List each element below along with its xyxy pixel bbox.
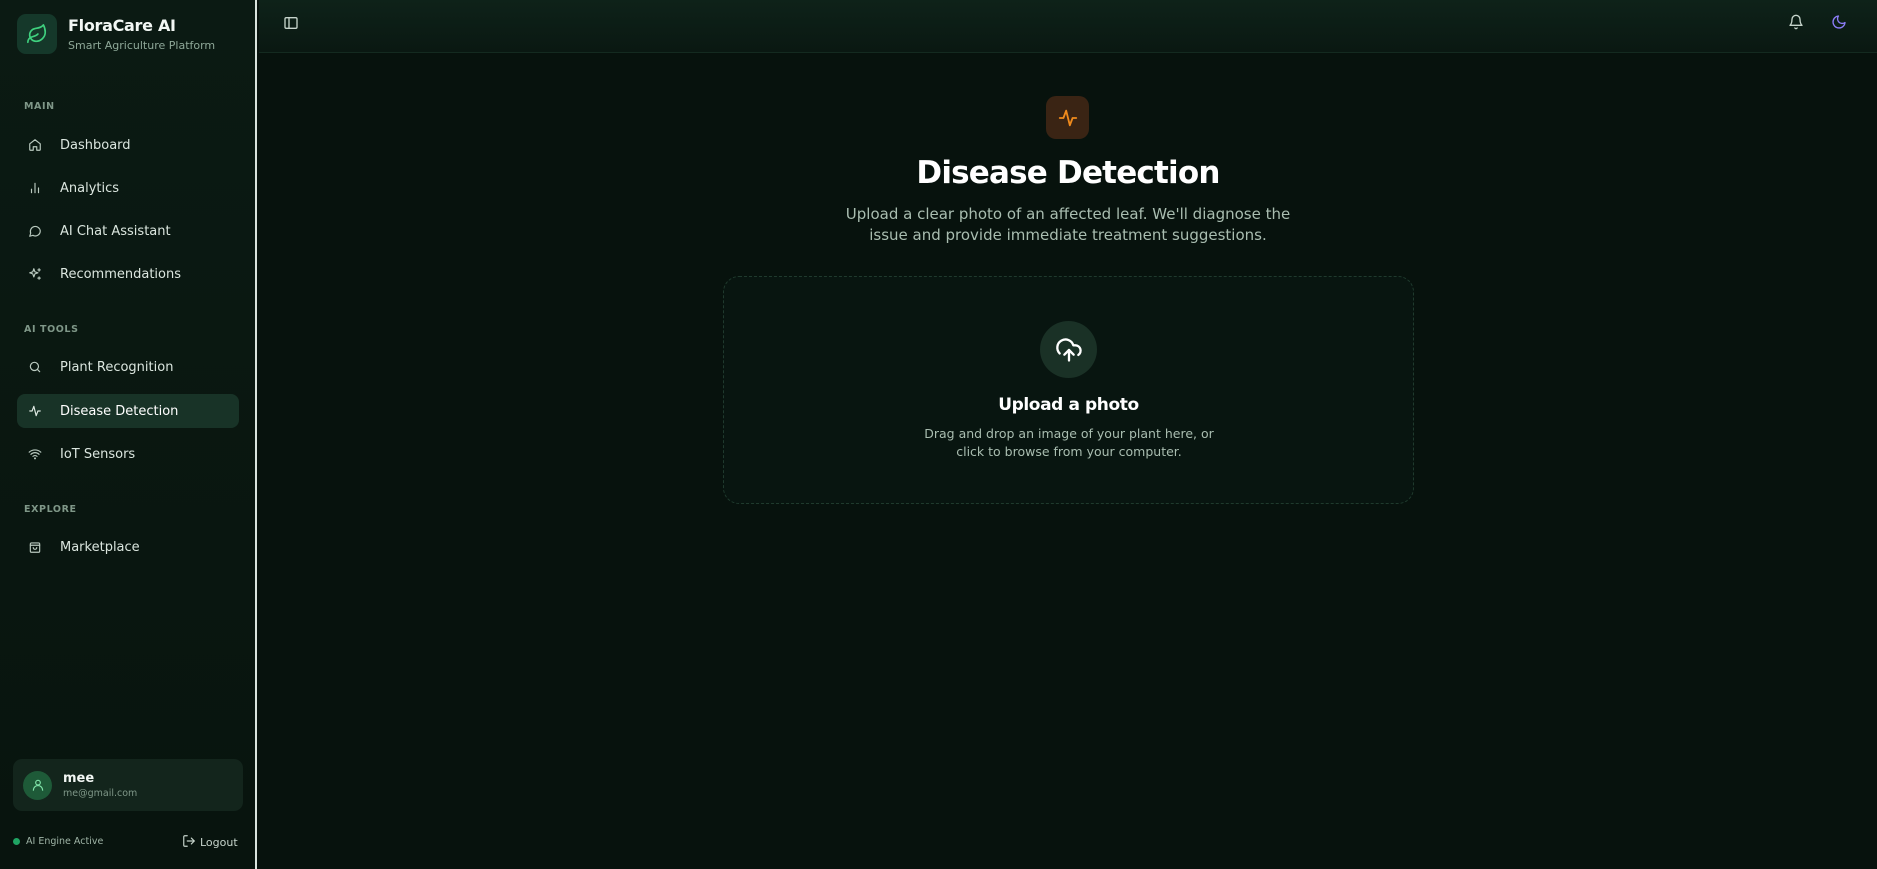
sidebar-toggle-icon[interactable] bbox=[283, 15, 301, 33]
sidebar-item-recommendations[interactable]: Recommendations bbox=[17, 257, 239, 291]
sidebar-item-label: Analytics bbox=[60, 180, 120, 196]
page-title: Disease Detection bbox=[916, 155, 1220, 191]
user-name: mee bbox=[63, 771, 95, 786]
user-email: me@gmail.com bbox=[63, 788, 138, 799]
chat-bubble-icon bbox=[27, 223, 43, 239]
sidebar-item-label: AI Chat Assistant bbox=[60, 223, 171, 239]
sidebar-item-label: Marketplace bbox=[60, 539, 140, 555]
activity-icon bbox=[1046, 96, 1089, 139]
sidebar-item-label: IoT Sensors bbox=[60, 446, 136, 462]
sidebar-item-label: Recommendations bbox=[60, 266, 182, 282]
sidebar-item-disease-detection[interactable]: Disease Detection bbox=[17, 394, 239, 428]
ai-engine-status: AI Engine Active bbox=[13, 836, 103, 847]
section-label-ai-tools: AI TOOLS bbox=[24, 324, 79, 335]
sidebar-item-plant-recognition[interactable]: Plant Recognition bbox=[17, 350, 239, 384]
upload-hint: Drag and drop an image of your plant her… bbox=[924, 426, 1214, 459]
main-content: Disease Detection Upload a clear photo o… bbox=[259, 53, 1877, 869]
sidebar-item-marketplace[interactable]: Marketplace bbox=[17, 530, 239, 564]
section-label-main: MAIN bbox=[24, 101, 55, 112]
top-bar bbox=[259, 0, 1877, 53]
home-icon bbox=[27, 137, 43, 153]
status-text: AI Engine Active bbox=[26, 836, 104, 847]
search-icon bbox=[27, 359, 43, 375]
status-dot-icon bbox=[13, 838, 20, 845]
bell-icon[interactable] bbox=[1788, 14, 1806, 32]
section-label-explore: EXPLORE bbox=[24, 504, 77, 515]
sidebar-item-dashboard[interactable]: Dashboard bbox=[17, 128, 239, 162]
avatar bbox=[23, 770, 52, 800]
sidebar-item-label: Disease Detection bbox=[60, 403, 179, 419]
shopping-bag-icon bbox=[27, 539, 43, 555]
wifi-icon bbox=[27, 446, 43, 462]
user-profile-card[interactable]: mee me@gmail.com bbox=[13, 759, 243, 811]
moon-icon[interactable] bbox=[1831, 14, 1849, 32]
sidebar-item-label: Dashboard bbox=[60, 137, 131, 153]
leaf-logo-icon bbox=[17, 14, 57, 54]
logout-label: Logout bbox=[200, 836, 238, 849]
sidebar-item-analytics[interactable]: Analytics bbox=[17, 171, 239, 205]
brand[interactable]: FloraCare AI Smart Agriculture Platform bbox=[17, 14, 215, 54]
brand-subtitle: Smart Agriculture Platform bbox=[68, 39, 216, 52]
sparkles-icon bbox=[27, 266, 43, 282]
sidebar-item-ai-chat[interactable]: AI Chat Assistant bbox=[17, 214, 239, 248]
sidebar-item-iot-sensors[interactable]: IoT Sensors bbox=[17, 437, 239, 471]
bar-chart-icon bbox=[27, 180, 43, 196]
page-description: Upload a clear photo of an affected leaf… bbox=[845, 205, 1291, 244]
sidebar-item-label: Plant Recognition bbox=[60, 359, 174, 375]
brand-title: FloraCare AI bbox=[68, 16, 176, 35]
sidebar: FloraCare AI Smart Agriculture Platform … bbox=[0, 0, 257, 869]
cloud-upload-icon bbox=[1040, 321, 1097, 378]
upload-title: Upload a photo bbox=[998, 395, 1139, 415]
upload-dropzone[interactable]: Upload a photo Drag and drop an image of… bbox=[723, 276, 1414, 504]
activity-icon bbox=[27, 403, 43, 419]
logout-button[interactable]: Logout bbox=[182, 834, 238, 851]
logout-icon bbox=[182, 834, 196, 851]
